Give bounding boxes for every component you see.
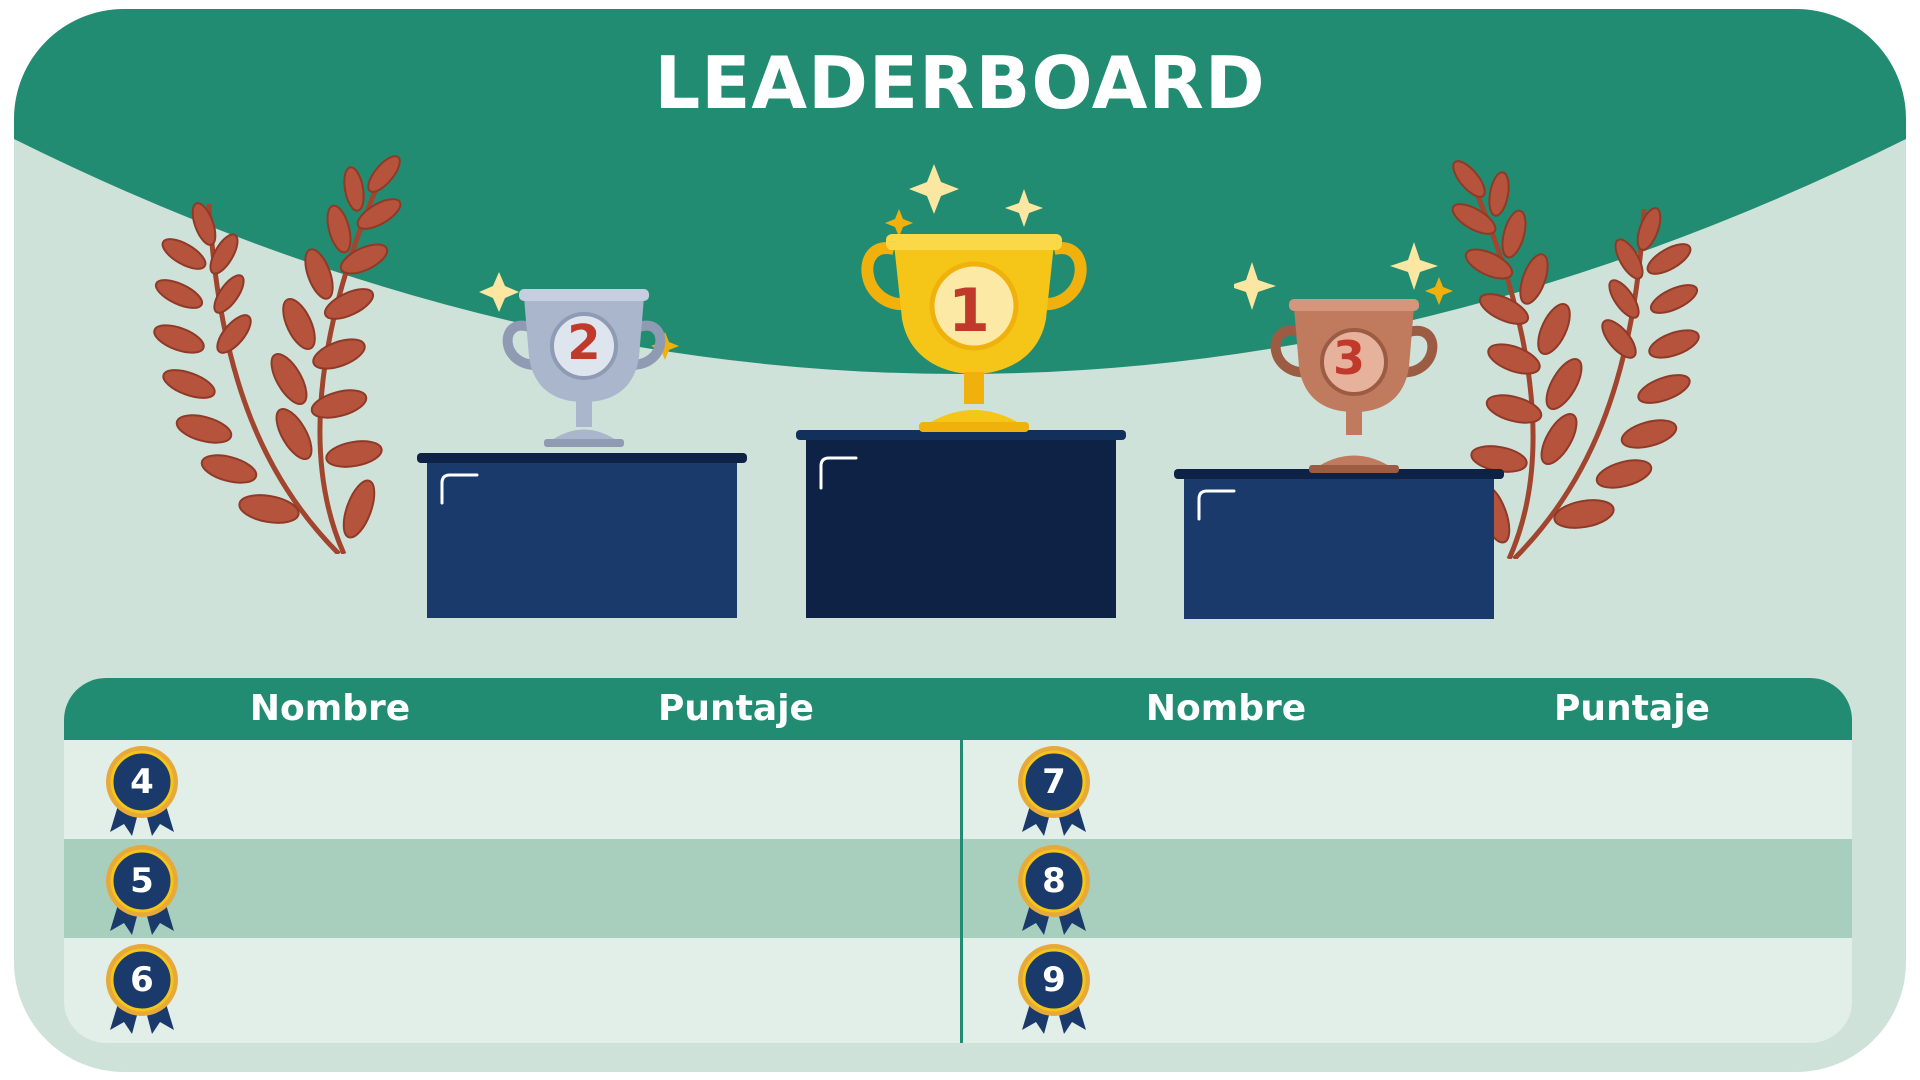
table-header: Nombre Puntaje Nombre Puntaje bbox=[64, 678, 1852, 740]
medal-icon: 7 bbox=[1014, 744, 1094, 836]
bronze-trophy: 3 bbox=[1228, 237, 1464, 477]
rank-number: 6 bbox=[130, 960, 154, 1000]
leaderboard-table: Nombre Puntaje Nombre Puntaje 4 7 5 8 6 … bbox=[64, 678, 1852, 1043]
gold-trophy: 1 bbox=[824, 154, 1114, 434]
table-row: 4 7 bbox=[64, 740, 1852, 839]
trophy-rank-1: 1 bbox=[948, 276, 990, 346]
podium-first bbox=[796, 430, 1126, 618]
column-header-name-right: Nombre bbox=[1145, 688, 1307, 729]
trophy-rank-3: 3 bbox=[1332, 331, 1365, 385]
rank-number: 9 bbox=[1042, 960, 1066, 1000]
silver-trophy: 2 bbox=[479, 247, 689, 457]
column-header-name-left: Nombre bbox=[249, 688, 411, 729]
column-header-score-right: Puntaje bbox=[1554, 688, 1710, 729]
medal-icon: 9 bbox=[1014, 942, 1094, 1034]
table-row: 6 9 bbox=[64, 938, 1852, 1037]
podium-third bbox=[1174, 469, 1504, 619]
rank-number: 8 bbox=[1042, 861, 1066, 901]
rank-number: 7 bbox=[1042, 762, 1066, 802]
page-title: LEADERBOARD bbox=[654, 41, 1266, 125]
rank-number: 4 bbox=[130, 762, 154, 802]
medal-icon: 6 bbox=[102, 942, 182, 1034]
medal-icon: 8 bbox=[1014, 843, 1094, 935]
leaderboard-card: LEADERBOARD 2 1 3 Nombre Puntaje Nombre … bbox=[14, 9, 1906, 1072]
table-row: 5 8 bbox=[64, 839, 1852, 938]
column-header-score-left: Puntaje bbox=[658, 688, 814, 729]
medal-icon: 4 bbox=[102, 744, 182, 836]
podium-second bbox=[417, 453, 747, 618]
rank-number: 5 bbox=[130, 861, 154, 901]
medal-icon: 5 bbox=[102, 843, 182, 935]
trophy-rank-2: 2 bbox=[567, 315, 601, 371]
laurel-left-icon bbox=[153, 155, 402, 554]
column-divider bbox=[960, 740, 963, 1043]
